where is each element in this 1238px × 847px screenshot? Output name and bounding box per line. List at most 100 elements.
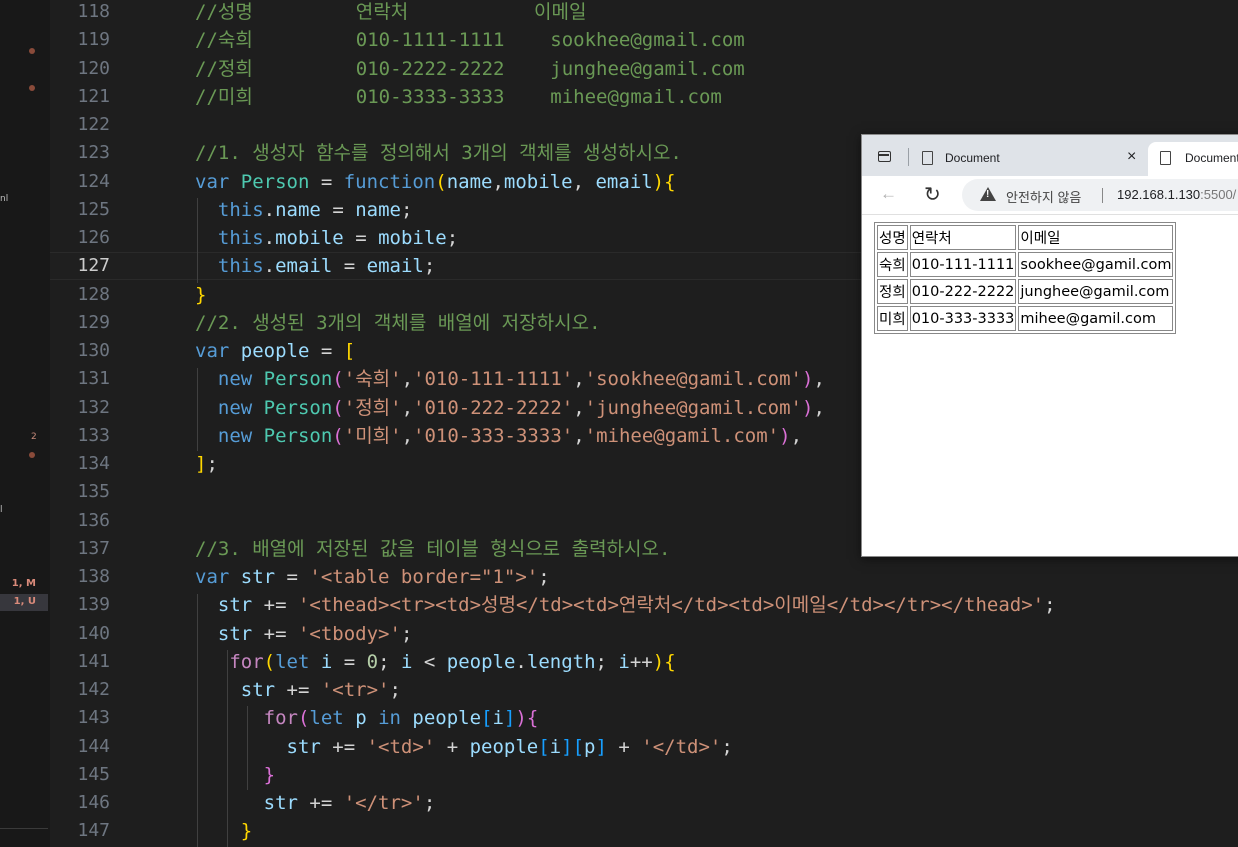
table-cell: 이메일 <box>1018 225 1174 250</box>
browser-tab[interactable]: Document × <box>912 142 1148 176</box>
code-token: mobile <box>378 227 447 249</box>
code-token: '<td>' <box>366 735 436 758</box>
file-status-untracked[interactable]: 1, U <box>0 594 48 611</box>
code-text: str += '</tr>'; <box>195 789 436 817</box>
code-token: ] <box>195 453 207 475</box>
code-token: new <box>217 368 264 391</box>
code-line[interactable]: 146 str += '</tr>'; <box>50 789 1238 817</box>
divider <box>0 828 48 829</box>
code-token: this <box>217 255 264 278</box>
code-token: this <box>217 198 264 221</box>
status-label: 1, M <box>11 578 36 589</box>
document-icon <box>922 151 933 165</box>
sidebar-stub-text: nl <box>0 194 9 204</box>
code-token: '010-222-2222' <box>413 396 574 419</box>
code-line[interactable]: 121 //미희 010-3333-3333 mihee@gmail.com <box>50 83 1238 111</box>
code-token: //3. 배열에 저장된 값을 테이블 형식으로 출력하시오. <box>195 537 671 560</box>
code-token: i <box>401 650 413 673</box>
code-line[interactable]: 141 for(let i = 0; i < people.length; i+… <box>50 648 1238 676</box>
address-bar[interactable]: 안전하지 않음 192.168.1.130:5500/ <box>962 179 1238 211</box>
url-port: :5500/ <box>1200 187 1237 202</box>
table-row: 미희 010-333-3333 mihee@gamil.com <box>877 306 1174 331</box>
code-token: 'mihee@gamil.com' <box>584 424 780 447</box>
code-token: //2. 생성된 3개의 객체를 배열에 저장하시오. <box>195 311 601 334</box>
close-icon[interactable]: × <box>1127 148 1136 166</box>
code-text: var Person = function(name,mobile, email… <box>195 168 676 196</box>
code-token: ) <box>515 707 527 730</box>
code-line[interactable]: 140 str += '<tbody>'; <box>50 620 1238 648</box>
code-line[interactable]: 119 //숙희 010-1111-1111 sookhee@gmail.com <box>50 26 1238 54</box>
code-line[interactable]: 118 //성명 연락처 이메일 <box>50 0 1238 26</box>
table-cell: 미희 <box>877 306 908 331</box>
table-cell: mihee@gamil.com <box>1018 306 1174 331</box>
line-number: 125 <box>77 198 110 220</box>
warning-icon[interactable] <box>980 187 996 201</box>
modified-dot-icon <box>29 48 35 54</box>
line-number: 139 <box>77 594 110 616</box>
indent-guide <box>197 368 198 451</box>
line-number: 128 <box>77 283 110 305</box>
code-token: name <box>275 198 321 221</box>
code-token: , <box>573 424 585 447</box>
code-token: , <box>573 368 585 391</box>
code-token: { <box>526 707 539 730</box>
problem-count-badge: 2 <box>31 432 37 442</box>
code-token: '<table border="1">' <box>309 566 539 588</box>
code-line[interactable]: 120 //정희 010-2222-2222 junghee@gamil.com <box>50 55 1238 83</box>
table-cell: 010-333-3333 <box>909 306 1017 331</box>
code-token: str <box>217 622 253 645</box>
table-row: 성명 연락처 이메일 <box>877 225 1174 250</box>
code-token: { <box>664 650 676 673</box>
code-token: ; <box>721 735 733 758</box>
file-status-modified[interactable]: 1, M <box>0 576 48 593</box>
code-token: ) <box>802 396 814 419</box>
code-token: p <box>584 735 596 758</box>
security-status[interactable]: 안전하지 않음 <box>1006 187 1081 206</box>
line-number: 131 <box>77 368 110 390</box>
code-token: mobile <box>275 227 344 249</box>
page-content: 성명 연락처 이메일 숙희 010-111-1111 sookhee@gamil.com 정… <box>862 214 1238 556</box>
status-label: 1, U <box>13 596 36 607</box>
code-text: } <box>195 281 206 309</box>
document-icon <box>1160 151 1171 165</box>
browser-window: Document × Document ← ↻ 안전하지 않음 192.168.… <box>861 134 1238 557</box>
code-token: = <box>309 340 344 362</box>
code-token: . <box>263 227 276 249</box>
code-line[interactable]: 139 str += '<thead><tr><td>성명</td><td>연락… <box>50 591 1238 619</box>
code-token: Person <box>263 424 333 447</box>
code-token: , <box>813 396 825 419</box>
line-number: 121 <box>77 85 110 107</box>
code-line[interactable]: 144 str += '<td>' + people[i][p] + '</td… <box>50 733 1238 761</box>
code-line[interactable]: 138 var str = '<table border="1">'; <box>50 563 1238 591</box>
indent-guide <box>227 650 228 847</box>
code-line[interactable]: 147 } <box>50 817 1238 845</box>
line-number: 135 <box>77 481 110 503</box>
browser-tab-active[interactable]: Document <box>1148 142 1238 176</box>
tab-actions-icon[interactable] <box>878 151 891 162</box>
code-token: email <box>366 255 424 278</box>
back-arrow-icon[interactable]: ← <box>880 184 897 204</box>
line-number: 129 <box>77 311 110 333</box>
sidebar-stub-text: l <box>0 505 3 515</box>
explorer-sidebar: nl 2 l 1, M 1, U <box>0 0 51 847</box>
code-line[interactable]: 143 for(let p in people[i]){ <box>50 704 1238 732</box>
code-token: ) <box>652 650 665 673</box>
code-line[interactable]: 142 str += '<tr>'; <box>50 676 1238 704</box>
reload-icon[interactable]: ↻ <box>924 182 941 207</box>
line-number: 134 <box>77 453 110 474</box>
code-token: let <box>309 707 356 730</box>
code-line[interactable]: 145 } <box>50 761 1238 789</box>
code-token: ( <box>332 368 344 391</box>
line-number: 140 <box>77 622 110 644</box>
code-text: //3. 배열에 저장된 값을 테이블 형식으로 출력하시오. <box>195 535 670 563</box>
code-token: //미희 010-3333-3333 mihee@gmail.com <box>195 85 722 108</box>
code-token: '<thead><tr><td>성명</td><td>연락처</td><td>이… <box>297 594 1045 617</box>
url-text[interactable]: 192.168.1.130:5500/ <box>1117 187 1236 202</box>
code-token: = <box>320 198 356 221</box>
line-number: 144 <box>77 735 110 757</box>
line-number: 132 <box>77 396 110 418</box>
